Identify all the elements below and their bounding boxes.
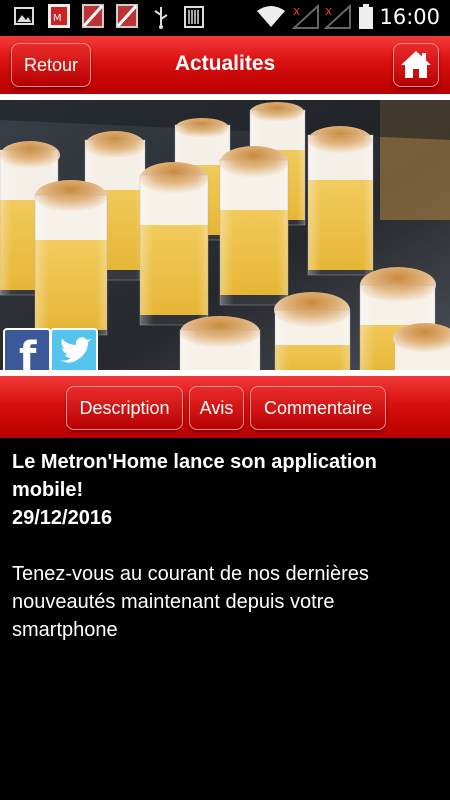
battery-icon — [358, 4, 374, 34]
svg-text:M: M — [53, 13, 62, 24]
tab-avis[interactable]: Avis — [189, 386, 244, 430]
signal-icon: x — [323, 3, 352, 34]
status-bar: M x x 16:00 — [0, 0, 450, 36]
clock: 16:00 — [379, 5, 440, 29]
app-notification-muted-icon — [82, 4, 104, 32]
facebook-share-button[interactable]: f — [3, 328, 51, 380]
page-title: Actualites — [174, 52, 276, 75]
article-body: Tenez-vous au courant de nos dernières n… — [12, 563, 369, 641]
tab-bar: Description Avis Commentaire — [0, 376, 450, 438]
home-button[interactable] — [393, 43, 439, 87]
svg-text:x: x — [293, 4, 300, 18]
tab-description[interactable]: Description — [66, 386, 183, 430]
app-notification-icon: M — [48, 4, 70, 32]
gallery-icon — [14, 6, 34, 30]
svg-text:f: f — [19, 334, 37, 374]
article-date: 29/12/2016 — [12, 507, 113, 529]
signal-icon: x — [291, 3, 320, 34]
barcode-icon — [184, 6, 204, 32]
svg-text:x: x — [325, 4, 332, 18]
twitter-share-button[interactable] — [50, 328, 98, 376]
app-header: Retour Actualites — [0, 36, 450, 94]
usb-icon — [152, 5, 170, 33]
article-content: Le Metron'Home lance son application mob… — [12, 448, 432, 644]
tab-commentaire[interactable]: Commentaire — [250, 386, 386, 430]
back-button[interactable]: Retour — [11, 43, 91, 87]
article-headline: Le Metron'Home lance son application mob… — [12, 451, 377, 501]
wifi-icon — [256, 5, 286, 33]
app-notification-muted-icon — [116, 4, 138, 32]
